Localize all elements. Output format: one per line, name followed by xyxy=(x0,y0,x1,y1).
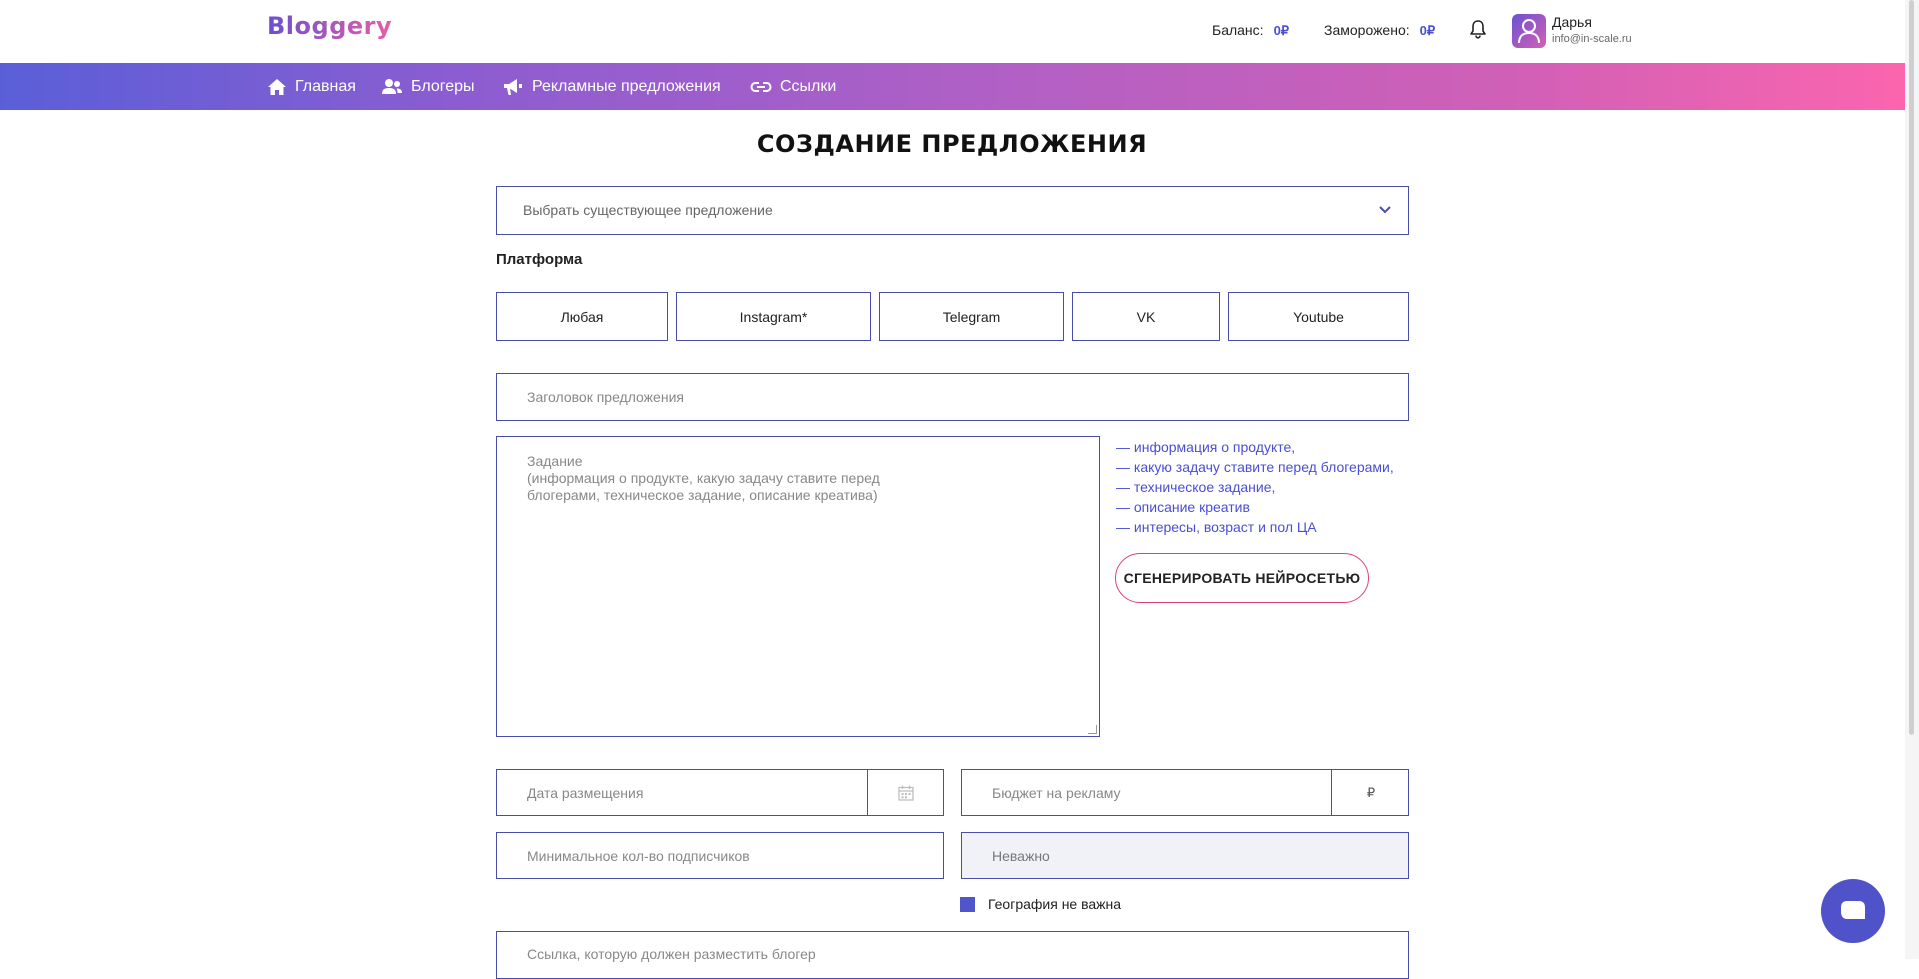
balance-label: Баланс: xyxy=(1212,22,1264,38)
nav-item-links[interactable]: Ссылки xyxy=(750,63,836,110)
budget-input[interactable]: Бюджет на рекламу ₽ xyxy=(961,769,1409,816)
task-textarea[interactable]: Задание (информация о продукте, какую за… xyxy=(496,436,1100,737)
logo[interactable]: Bloggery xyxy=(267,12,392,40)
chat-widget-button[interactable] xyxy=(1821,879,1885,943)
balance-value: 0₽ xyxy=(1273,23,1290,38)
nav-item-home[interactable]: Главная xyxy=(267,63,356,110)
platform-label: Платформа xyxy=(496,251,583,268)
page-title: СОЗДАНИЕ ПРЕДЛОЖЕНИЯ xyxy=(756,130,1148,158)
geography-select[interactable]: Неважно xyxy=(961,832,1409,879)
generate-ai-button[interactable]: СГЕНЕРИРОВАТЬ НЕЙРОСЕТЬЮ xyxy=(1115,553,1369,603)
frozen-value: 0₽ xyxy=(1419,23,1436,38)
geography-checkbox-label[interactable]: География не важна xyxy=(988,896,1121,912)
nav-item-bloggers[interactable]: Блогеры xyxy=(381,63,475,110)
task-hints: — информация о продукте, — какую задачу … xyxy=(1116,437,1394,537)
min-subscribers-placeholder: Минимальное кол-во подписчиков xyxy=(527,848,750,864)
currency-addon: ₽ xyxy=(1331,770,1410,815)
calendar-button[interactable] xyxy=(867,770,945,815)
chevron-down-icon xyxy=(1379,206,1391,214)
platform-youtube[interactable]: Youtube xyxy=(1228,292,1409,341)
resize-handle[interactable] xyxy=(1088,725,1097,734)
megaphone-icon xyxy=(504,78,522,95)
nav-label-offers: Рекламные предложения xyxy=(532,77,721,95)
blogger-link-input[interactable]: Ссылка, которую должен разместить блогер xyxy=(496,931,1409,979)
platform-telegram[interactable]: Telegram xyxy=(879,292,1064,341)
user-email: info@in-scale.ru xyxy=(1552,33,1632,45)
chat-icon xyxy=(1841,901,1865,919)
platform-vk[interactable]: VK xyxy=(1072,292,1220,341)
frozen-balance: Заморожено: 0₽ xyxy=(1324,22,1435,39)
geography-value: Неважно xyxy=(992,848,1050,864)
user-name[interactable]: Дарья xyxy=(1552,14,1592,30)
users-icon xyxy=(382,78,402,94)
min-subscribers-input[interactable]: Минимальное кол-во подписчиков xyxy=(496,832,944,879)
platform-any[interactable]: Любая xyxy=(496,292,668,341)
existing-offer-placeholder: Выбрать существующее предложение xyxy=(523,202,773,218)
balance: Баланс: 0₽ xyxy=(1212,22,1289,39)
home-icon xyxy=(268,78,286,95)
link-placeholder: Ссылка, которую должен разместить блогер xyxy=(527,946,816,962)
user-icon xyxy=(1518,19,1540,44)
offer-title-placeholder: Заголовок предложения xyxy=(527,389,684,405)
hint-item: — интересы, возраст и пол ЦА xyxy=(1116,519,1317,535)
date-placeholder: Дата размещения xyxy=(527,785,644,801)
scrollbar-thumb[interactable] xyxy=(1909,0,1914,735)
geography-checkbox[interactable] xyxy=(960,897,975,912)
calendar-icon xyxy=(898,785,914,801)
nav-label-bloggers: Блогеры xyxy=(411,77,475,95)
main-nav: Главная Блогеры Рекламные предложения Сс… xyxy=(0,63,1905,110)
platform-instagram[interactable]: Instagram* xyxy=(676,292,871,341)
top-header: Bloggery Баланс: 0₽ Заморожено: 0₽ Дарья i… xyxy=(0,0,1905,62)
nav-item-offers[interactable]: Рекламные предложения xyxy=(502,63,721,110)
bell-icon[interactable] xyxy=(1469,19,1489,41)
hint-item: — информация о продукте, xyxy=(1116,439,1296,455)
offer-title-input[interactable]: Заголовок предложения xyxy=(496,373,1409,421)
placement-date-input[interactable]: Дата размещения xyxy=(496,769,944,816)
link-icon xyxy=(750,81,772,92)
task-placeholder: Задание (информация о продукте, какую за… xyxy=(527,453,880,503)
nav-label-links: Ссылки xyxy=(780,77,837,95)
budget-placeholder: Бюджет на рекламу xyxy=(992,785,1121,801)
hint-item: — какую задачу ставите перед блогерами, xyxy=(1116,459,1394,475)
hint-item: — описание креатив xyxy=(1116,499,1250,515)
avatar[interactable] xyxy=(1512,14,1546,48)
hint-item: — техническое задание, xyxy=(1116,479,1276,495)
nav-label-home: Главная xyxy=(295,77,356,95)
existing-offer-select[interactable]: Выбрать существующее предложение xyxy=(496,186,1409,235)
frozen-label: Заморожено: xyxy=(1324,22,1410,38)
